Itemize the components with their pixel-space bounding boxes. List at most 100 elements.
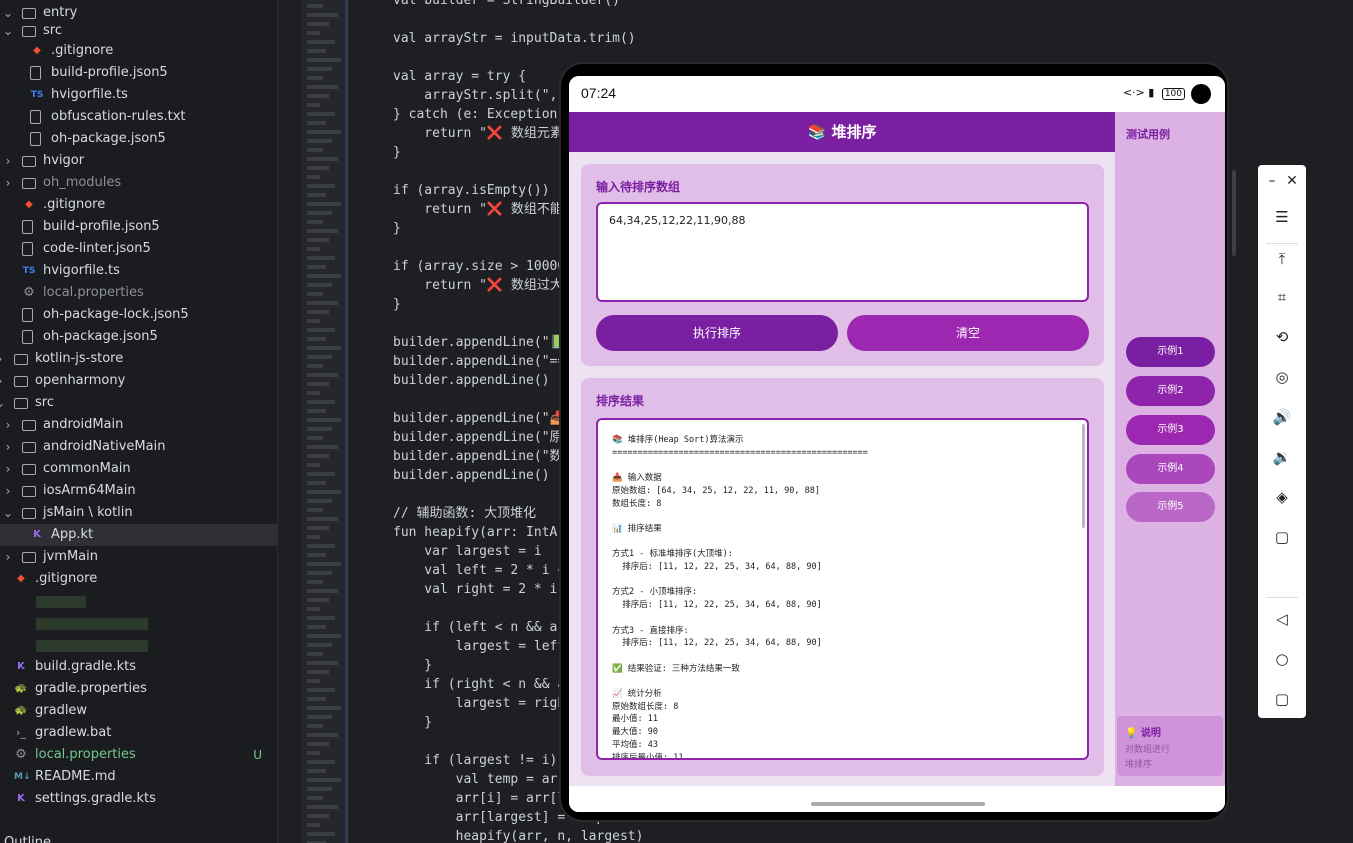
tree-item[interactable]: › androidMain — [0, 414, 278, 436]
tree-item[interactable]: › jvmMain — [0, 546, 278, 568]
code-line[interactable]: val right = 2 * i — [393, 580, 557, 599]
tree-item[interactable]: build-profile.json5 — [0, 216, 278, 238]
chevron-right-icon[interactable]: › — [2, 458, 14, 480]
tree-item[interactable]: › iosArm64Main — [0, 480, 278, 502]
code-line[interactable]: } catch (e: Exception) — [393, 105, 565, 124]
clear-button[interactable]: 清空 — [847, 315, 1089, 351]
tree-item[interactable]: ◆ .gitignore — [0, 194, 278, 216]
chevron-right-icon[interactable]: › — [2, 172, 14, 194]
crop-icon[interactable]: ⌗ — [1270, 285, 1294, 309]
tree-item[interactable]: › commonMain — [0, 458, 278, 480]
tree-item[interactable]: obfuscation-rules.txt — [0, 106, 278, 128]
tree-item[interactable]: ◆ .gitignore — [0, 40, 278, 62]
code-line[interactable]: } — [393, 713, 432, 732]
code-line[interactable]: // 辅助函数: 大顶堆化 — [393, 504, 536, 523]
tree-item[interactable]: build-profile.json5 — [0, 62, 278, 84]
code-line[interactable]: val left = 2 * i + — [393, 561, 565, 580]
code-line[interactable]: builder.appendLine("== — [393, 352, 565, 371]
tree-item[interactable]: › openharmony — [0, 370, 278, 392]
chevron-right-icon[interactable]: › — [0, 348, 6, 370]
chevron-right-icon[interactable]: › — [2, 414, 14, 436]
code-line[interactable]: if (array.isEmpty()) { — [393, 181, 565, 200]
code-line[interactable]: builder.appendLine("📗 — [393, 333, 566, 352]
recents-icon[interactable]: ▢ — [1270, 687, 1294, 711]
pin-top-icon[interactable]: ⤒ — [1270, 247, 1294, 271]
code-line[interactable]: var largest = i — [393, 542, 541, 561]
chevron-down-icon[interactable]: ⌄ — [0, 392, 6, 414]
chevron-right-icon[interactable]: › — [2, 480, 14, 502]
code-line[interactable]: } — [393, 219, 401, 238]
screenshot-icon[interactable]: ◎ — [1270, 365, 1294, 389]
code-line[interactable]: largest = righ — [393, 694, 566, 713]
volume-down-icon[interactable]: 🔉 — [1270, 445, 1294, 469]
code-line[interactable]: heapify(arr, n, largest) — [393, 827, 644, 843]
editor-scrollbar[interactable] — [1232, 170, 1236, 256]
menu-icon[interactable]: ☰ — [1270, 205, 1294, 229]
chevron-right-icon[interactable]: › — [2, 546, 14, 568]
tree-item[interactable]: ⚙ local.properties — [0, 282, 278, 304]
code-line[interactable]: builder.appendLine() — [393, 371, 550, 390]
tree-item[interactable]: › oh_modules — [0, 172, 278, 194]
chevron-down-icon[interactable]: ⌄ — [2, 20, 14, 42]
fold-icon[interactable]: ◈ — [1270, 485, 1294, 509]
tree-item[interactable]: TS hvigorfile.ts — [0, 260, 278, 282]
tree-item[interactable]: K App.kt — [0, 524, 278, 546]
code-line[interactable]: fun heapify(arr: IntAr — [393, 523, 565, 542]
code-line[interactable]: val array = try { — [393, 67, 526, 86]
tree-item[interactable]: oh-package.json5 — [0, 326, 278, 348]
result-scrollbar[interactable] — [1082, 424, 1085, 528]
code-line[interactable]: if (left < n && ar — [393, 618, 565, 637]
array-input-field[interactable]: 64,34,25,12,22,11,90,88 — [596, 202, 1089, 302]
code-line[interactable]: builder.appendLine("原 — [393, 428, 563, 447]
example-button-3[interactable]: 示例3 — [1126, 415, 1215, 445]
chevron-right-icon[interactable]: › — [2, 150, 14, 172]
code-line[interactable]: if (array.size > 10000 — [393, 257, 565, 276]
code-line[interactable]: if (largest != i) — [393, 751, 557, 770]
code-line[interactable]: } — [393, 143, 401, 162]
tree-item[interactable]: › kotlin-js-store — [0, 348, 278, 370]
minimap[interactable] — [301, 0, 349, 843]
tree-item[interactable]: ◆ .gitignore — [0, 568, 278, 590]
square-icon[interactable]: ▢ — [1270, 525, 1294, 549]
code-line[interactable]: arr[i] = arr[l — [393, 789, 566, 808]
close-icon[interactable]: ✕ — [1280, 169, 1304, 193]
example-button-5[interactable]: 示例5 — [1126, 492, 1215, 522]
tree-item[interactable]: oh-package-lock.json5 — [0, 304, 278, 326]
result-output[interactable]: 📚 堆排序(Heap Sort)算法演示 ====================… — [596, 418, 1089, 760]
code-line[interactable]: val builder = StringBuilder() — [393, 0, 620, 10]
code-line[interactable]: val temp = arr — [393, 770, 566, 789]
back-icon[interactable]: ◁ — [1270, 607, 1294, 631]
code-line[interactable]: } — [393, 295, 401, 314]
tree-item[interactable]: › androidNativeMain — [0, 436, 278, 458]
tree-item[interactable]: › hvigor — [0, 150, 278, 172]
code-line[interactable]: builder.appendLine("📥 — [393, 409, 566, 428]
chevron-right-icon[interactable]: › — [0, 370, 6, 392]
home-gesture-pill[interactable] — [811, 802, 985, 806]
code-line[interactable]: if (right < n && a — [393, 675, 565, 694]
rotate-icon[interactable]: ⟲ — [1270, 325, 1294, 349]
tree-item[interactable]: code-linter.json5 — [0, 238, 278, 260]
example-button-2[interactable]: 示例2 — [1126, 376, 1215, 406]
tree-item[interactable]: TS hvigorfile.ts — [0, 84, 278, 106]
tree-item[interactable]: ⌄ src — [0, 20, 278, 42]
code-line[interactable]: return "❌ 数组过大 — [393, 276, 563, 295]
tree-item[interactable]: Kbuild.gradle.kts — [0, 656, 278, 678]
code-line[interactable]: builder.appendLine("数 — [393, 447, 563, 466]
outline-panel-header[interactable]: Outline — [0, 832, 278, 843]
volume-up-icon[interactable]: 🔊 — [1270, 405, 1294, 429]
code-line[interactable]: builder.appendLine() — [393, 466, 550, 485]
tree-item[interactable]: ⌄ src — [0, 392, 278, 414]
tree-item[interactable]: 🐢 gradlew — [0, 700, 278, 722]
tree-item[interactable]: Ksettings.gradle.kts — [0, 788, 278, 810]
home-icon[interactable]: ○ — [1270, 647, 1294, 671]
tree-item[interactable]: ⌄ jsMain \ kotlin — [0, 502, 278, 524]
code-line[interactable]: return "❌ 数组不能 — [393, 200, 563, 219]
chevron-down-icon[interactable]: ⌄ — [2, 502, 14, 524]
code-line[interactable]: return "❌ 数组元素 — [393, 124, 563, 143]
tree-item[interactable]: 🐢 gradle.properties — [0, 678, 278, 700]
code-line[interactable]: largest = left — [393, 637, 566, 656]
tree-item[interactable]: M↓ README.md — [0, 766, 278, 788]
minimap-viewport-marker[interactable] — [345, 0, 348, 843]
chevron-right-icon[interactable]: › — [2, 436, 14, 458]
code-line[interactable]: } — [393, 656, 432, 675]
